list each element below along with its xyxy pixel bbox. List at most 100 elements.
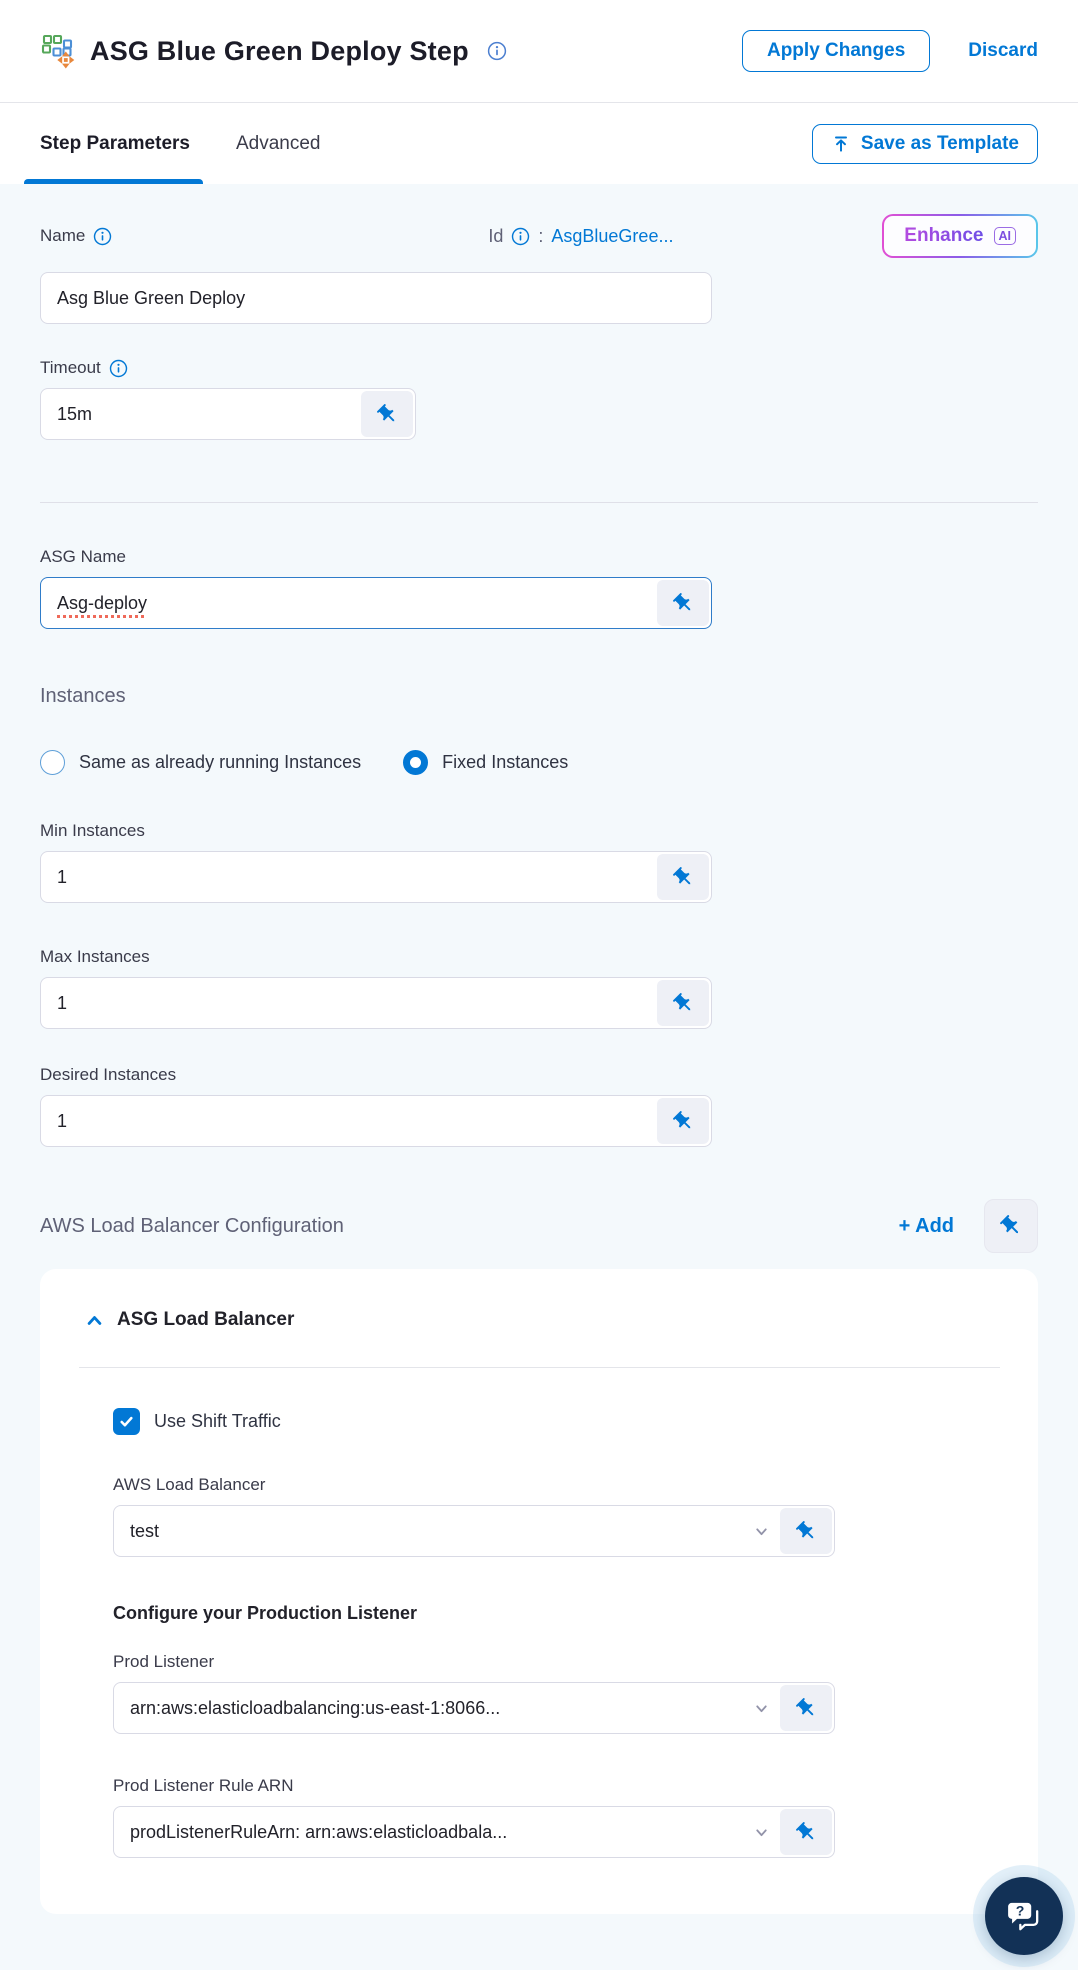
chevron-up-icon <box>85 1311 104 1330</box>
page-title: ASG Blue Green Deploy Step <box>90 35 469 66</box>
radio-same-as-running[interactable] <box>40 750 65 775</box>
save-as-template-button[interactable]: Save as Template <box>811 123 1038 164</box>
timeout-input-value[interactable]: 15m <box>41 389 359 439</box>
enhance-ai-button[interactable]: Enhance AI <box>882 214 1038 258</box>
save-as-template-label: Save as Template <box>860 132 1019 154</box>
min-instances-label: Min Instances <box>40 821 145 840</box>
pin-icon <box>672 1110 695 1133</box>
prod-listener-select[interactable]: arn:aws:elasticloadbalancing:us-east-1:8… <box>113 1682 835 1734</box>
desired-instances-label: Desired Instances <box>40 1065 177 1084</box>
lb-config-actions: + Add <box>899 1199 1038 1253</box>
min-instances-pin-toggle[interactable] <box>657 854 709 900</box>
asg-load-balancer-collapse[interactable]: ASG Load Balancer <box>79 1309 1000 1331</box>
prod-listener-rule-pin-toggle[interactable] <box>780 1809 832 1855</box>
timeout-pin-toggle[interactable] <box>361 391 413 437</box>
instances-heading: Instances <box>40 685 126 707</box>
id-info-icon[interactable] <box>511 227 530 246</box>
pin-icon <box>795 1697 818 1720</box>
chevron-down-icon[interactable] <box>744 1506 778 1556</box>
instances-radio-group: Same as already running Instances Fixed … <box>40 750 1038 775</box>
name-info-icon[interactable] <box>93 227 112 246</box>
name-label: Name <box>40 226 86 245</box>
aws-load-balancer-label: AWS Load Balancer <box>113 1475 266 1494</box>
asg-name-input[interactable]: Asg-deploy <box>40 577 712 629</box>
name-label-group: Name <box>40 226 112 246</box>
use-shift-traffic-label[interactable]: Use Shift Traffic <box>154 1411 281 1432</box>
lb-config-heading-row: AWS Load Balancer Configuration + Add <box>40 1199 1038 1253</box>
check-icon <box>118 1413 135 1430</box>
prod-listener-section-title: Configure your Production Listener <box>113 1603 418 1623</box>
help-chat-button[interactable] <box>985 1877 1063 1955</box>
pin-icon <box>795 1520 818 1543</box>
min-instances-input[interactable]: 1 <box>40 851 712 903</box>
enhance-label: Enhance <box>904 225 984 246</box>
max-instances-pin-toggle[interactable] <box>657 980 709 1026</box>
step-config-panel: ASG Blue Green Deploy Step Apply Changes… <box>0 0 1078 1970</box>
aws-load-balancer-select[interactable]: test <box>113 1505 835 1557</box>
header-actions: Apply Changes Discard <box>741 30 1038 72</box>
asg-load-balancer-title: ASG Load Balancer <box>117 1309 295 1330</box>
chevron-down-icon[interactable] <box>744 1807 778 1857</box>
pin-icon <box>376 403 399 426</box>
aws-load-balancer-value[interactable]: test <box>114 1506 744 1556</box>
enhance-ai-button-inner: Enhance AI <box>884 216 1036 256</box>
id-value[interactable]: AsgBlueGree... <box>551 226 673 247</box>
upload-icon <box>831 134 851 154</box>
apply-changes-button[interactable]: Apply Changes <box>741 30 931 72</box>
asg-blue-green-step-icon <box>40 33 76 69</box>
radio-same-as-running-label[interactable]: Same as already running Instances <box>79 752 361 773</box>
prod-listener-pin-toggle[interactable] <box>780 1685 832 1731</box>
max-instances-input[interactable]: 1 <box>40 977 712 1029</box>
radio-fixed-instances[interactable] <box>403 750 429 775</box>
timeout-label-group: Timeout <box>40 358 1038 378</box>
max-instances-value[interactable]: 1 <box>41 978 655 1028</box>
step-parameters-form: Name Id : AsgBlueGree... Enhance AI Asg … <box>0 184 1078 1914</box>
pin-icon <box>672 592 695 615</box>
pin-icon <box>999 1214 1023 1238</box>
aws-load-balancer-pin-toggle[interactable] <box>780 1508 832 1554</box>
name-input[interactable]: Asg Blue Green Deploy <box>40 272 712 324</box>
asg-name-label: ASG Name <box>40 547 126 566</box>
panel-header: ASG Blue Green Deploy Step Apply Changes… <box>0 0 1078 103</box>
desired-instances-value[interactable]: 1 <box>41 1096 655 1146</box>
header-title-group: ASG Blue Green Deploy Step <box>40 33 507 69</box>
asg-load-balancer-card: ASG Load Balancer Use Shift Traffic AWS … <box>40 1269 1038 1914</box>
ai-badge: AI <box>993 227 1016 245</box>
asg-name-input-value[interactable]: Asg-deploy <box>41 578 655 628</box>
lb-config-pin-toggle[interactable] <box>984 1199 1038 1253</box>
prod-listener-rule-select[interactable]: prodListenerRuleArn: arn:aws:elasticload… <box>113 1806 835 1858</box>
tab-bar: Step Parameters Advanced Save as Templat… <box>0 103 1078 184</box>
load-balancer-fields: Use Shift Traffic AWS Load Balancer test… <box>113 1408 1000 1858</box>
pin-icon <box>795 1821 818 1844</box>
title-info-icon[interactable] <box>487 41 507 61</box>
prod-listener-rule-value[interactable]: prodListenerRuleArn: arn:aws:elasticload… <box>114 1807 744 1857</box>
chevron-down-icon[interactable] <box>744 1683 778 1733</box>
tab-advanced[interactable]: Advanced <box>236 103 321 184</box>
min-instances-value[interactable]: 1 <box>41 852 655 902</box>
max-instances-label: Max Instances <box>40 947 150 966</box>
add-load-balancer-button[interactable]: + Add <box>899 1215 954 1238</box>
section-divider <box>40 502 1038 503</box>
desired-instances-input[interactable]: 1 <box>40 1095 712 1147</box>
help-chat-icon <box>1001 1893 1047 1939</box>
timeout-input[interactable]: 15m <box>40 388 416 440</box>
id-colon: : <box>538 225 544 246</box>
use-shift-traffic-checkbox[interactable] <box>113 1408 140 1435</box>
name-input-value[interactable]: Asg Blue Green Deploy <box>41 273 711 323</box>
desired-instances-pin-toggle[interactable] <box>657 1098 709 1144</box>
prod-listener-label: Prod Listener <box>113 1652 215 1671</box>
pin-icon <box>672 866 695 889</box>
step-id-group: Id : AsgBlueGree... <box>488 226 673 247</box>
asg-name-text: Asg-deploy <box>57 592 148 613</box>
timeout-info-icon[interactable] <box>109 359 128 378</box>
asg-name-pin-toggle[interactable] <box>657 580 709 626</box>
radio-fixed-instances-label[interactable]: Fixed Instances <box>442 752 568 773</box>
prod-listener-value[interactable]: arn:aws:elasticloadbalancing:us-east-1:8… <box>114 1683 744 1733</box>
name-id-row: Name Id : AsgBlueGree... Enhance AI <box>40 210 1038 262</box>
discard-button[interactable]: Discard <box>968 40 1038 62</box>
card-divider <box>79 1367 1000 1368</box>
tab-step-parameters[interactable]: Step Parameters <box>24 103 203 184</box>
id-label: Id <box>488 225 504 246</box>
use-shift-traffic-row: Use Shift Traffic <box>113 1408 1000 1435</box>
prod-listener-rule-label: Prod Listener Rule ARN <box>113 1776 294 1795</box>
